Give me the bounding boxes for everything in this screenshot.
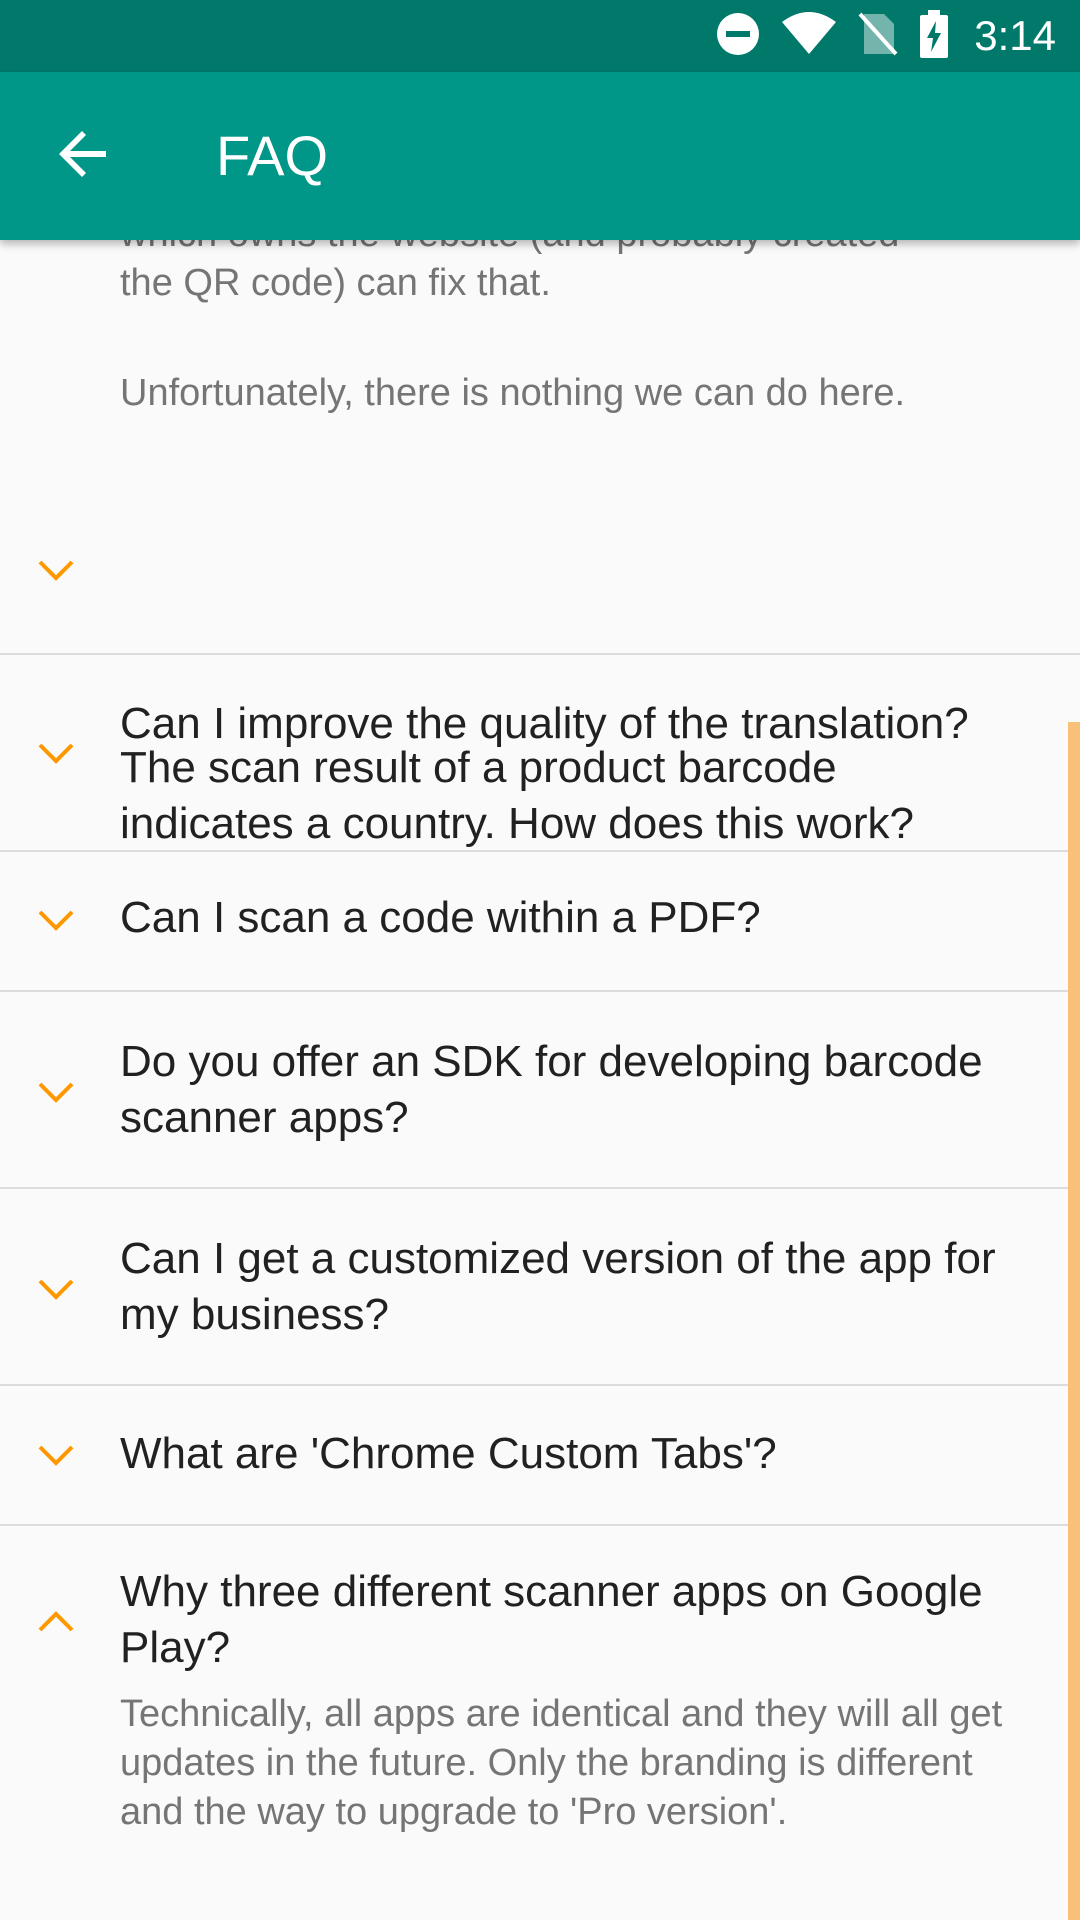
no-sim-icon [858,12,898,61]
chevron-down-icon [36,908,76,934]
answer-text-top: which owns the website (and probably cre… [120,240,899,304]
app-bar: FAQ [0,72,1080,240]
chevron-down-icon [36,1443,76,1469]
faq-item[interactable]: The scan result of a product barcode ind… [0,480,1080,848]
faq-item-expanded[interactable]: Why three different scanner apps on Goog… [0,1526,1080,1920]
status-icons: 3:14 [716,0,1056,72]
faq-question: Can I improve the quality of the transla… [120,699,969,748]
faq-question: Do you offer an SDK for developing barco… [120,1037,983,1142]
chevron-up-icon [36,1608,76,1634]
scrollbar[interactable] [1068,722,1080,1920]
faq-item[interactable]: What are 'Chrome Custom Tabs'? [0,1386,1080,1524]
clock: 3:14 [974,12,1056,59]
back-button[interactable] [36,108,132,204]
do-not-disturb-icon [716,12,760,61]
faq-item[interactable]: Can I get a customized version of the ap… [0,1189,1080,1385]
faq-question: Why three different scanner apps on Goog… [120,1567,983,1672]
page-title: FAQ [216,124,329,187]
chevron-down-icon [36,1277,76,1303]
faq-list[interactable]: which owns the website (and probably cre… [0,240,1080,1920]
faq-question: Can I scan a code within a PDF? [120,893,761,942]
status-bar: 3:14 [0,0,1080,72]
faq-question: Can I get a customized version of the ap… [120,1234,996,1339]
answer-text-top-2: Unfortunately, there is nothing we can d… [120,372,906,414]
answer-text: Technically, all apps are identical and … [120,1693,1003,1833]
faq-item[interactable]: Do you offer an SDK for developing barco… [0,992,1080,1188]
chevron-down-icon [36,741,76,767]
battery-charging-icon [920,9,949,63]
chevron-down-icon [36,558,76,584]
wifi-icon [782,11,837,61]
faq-item[interactable]: Can I scan a code within a PDF? [0,852,1080,990]
chevron-down-icon [36,1080,76,1106]
faq-question: What are 'Chrome Custom Tabs'? [120,1429,777,1478]
faq-item[interactable]: Can I improve the quality of the transla… [0,654,1080,850]
arrow-back-icon [58,128,110,185]
